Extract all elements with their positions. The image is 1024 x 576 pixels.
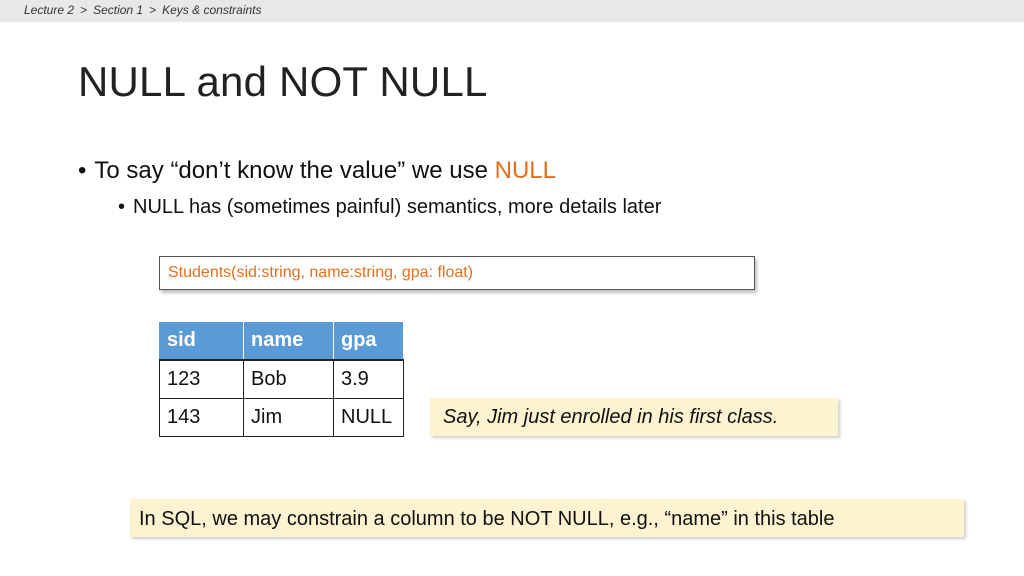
bullet-text: To say “don’t know the value” we use	[94, 157, 495, 184]
students-table: sid name gpa 123 Bob 3.9 143 Jim NULL	[159, 321, 404, 437]
slide-title: NULL and NOT NULL	[78, 58, 488, 105]
sub-bullet-semantics: • NULL has (sometimes painful) semantics,…	[118, 196, 661, 219]
callout-note: Say, Jim just enrolled in his first clas…	[430, 398, 838, 436]
breadcrumb-separator: >	[80, 3, 88, 17]
column-header-gpa: gpa	[333, 321, 404, 361]
table-cell-name: Jim	[243, 398, 334, 437]
table-cell-gpa: 3.9	[333, 359, 404, 399]
header-bar: Lecture 2 > Section 1 > Keys & constraints	[0, 0, 1024, 22]
breadcrumb-item-section[interactable]: Section 1	[93, 3, 143, 17]
table-cell-sid: 143	[159, 398, 244, 437]
callout-text: Say, Jim just enrolled in his first clas…	[443, 406, 779, 428]
table-cell-name: Bob	[243, 359, 334, 399]
breadcrumb: Lecture 2 > Section 1 > Keys & constraints	[24, 3, 262, 17]
breadcrumb-item-topic[interactable]: Keys & constraints	[162, 3, 261, 17]
bullet-dot: •	[118, 196, 126, 218]
table-header-row: sid name gpa	[159, 321, 404, 361]
null-keyword: NULL	[494, 157, 556, 184]
table-cell-sid: 123	[159, 359, 244, 399]
schema-text: Students(sid:string, name:string, gpa: f…	[168, 264, 474, 281]
sub-bullet-text: NULL has (sometimes painful) semantics, …	[133, 196, 662, 218]
table-cell-gpa: NULL	[333, 398, 404, 437]
table-row: 143 Jim NULL	[159, 398, 404, 437]
bullet-dot: •	[78, 157, 87, 184]
schema-box: Students(sid:string, name:string, gpa: f…	[159, 256, 755, 290]
breadcrumb-separator: >	[149, 3, 157, 17]
bullet-null-intro: • To say “don’t know the value” we use NU…	[78, 157, 556, 185]
sql-note-text: In SQL, we may constrain a column to be …	[139, 508, 835, 530]
column-header-sid: sid	[159, 321, 244, 361]
sql-note: In SQL, we may constrain a column to be …	[130, 499, 964, 537]
breadcrumb-item-lecture[interactable]: Lecture 2	[24, 3, 74, 17]
table-row: 123 Bob 3.9	[159, 359, 404, 399]
column-header-name: name	[243, 321, 334, 361]
